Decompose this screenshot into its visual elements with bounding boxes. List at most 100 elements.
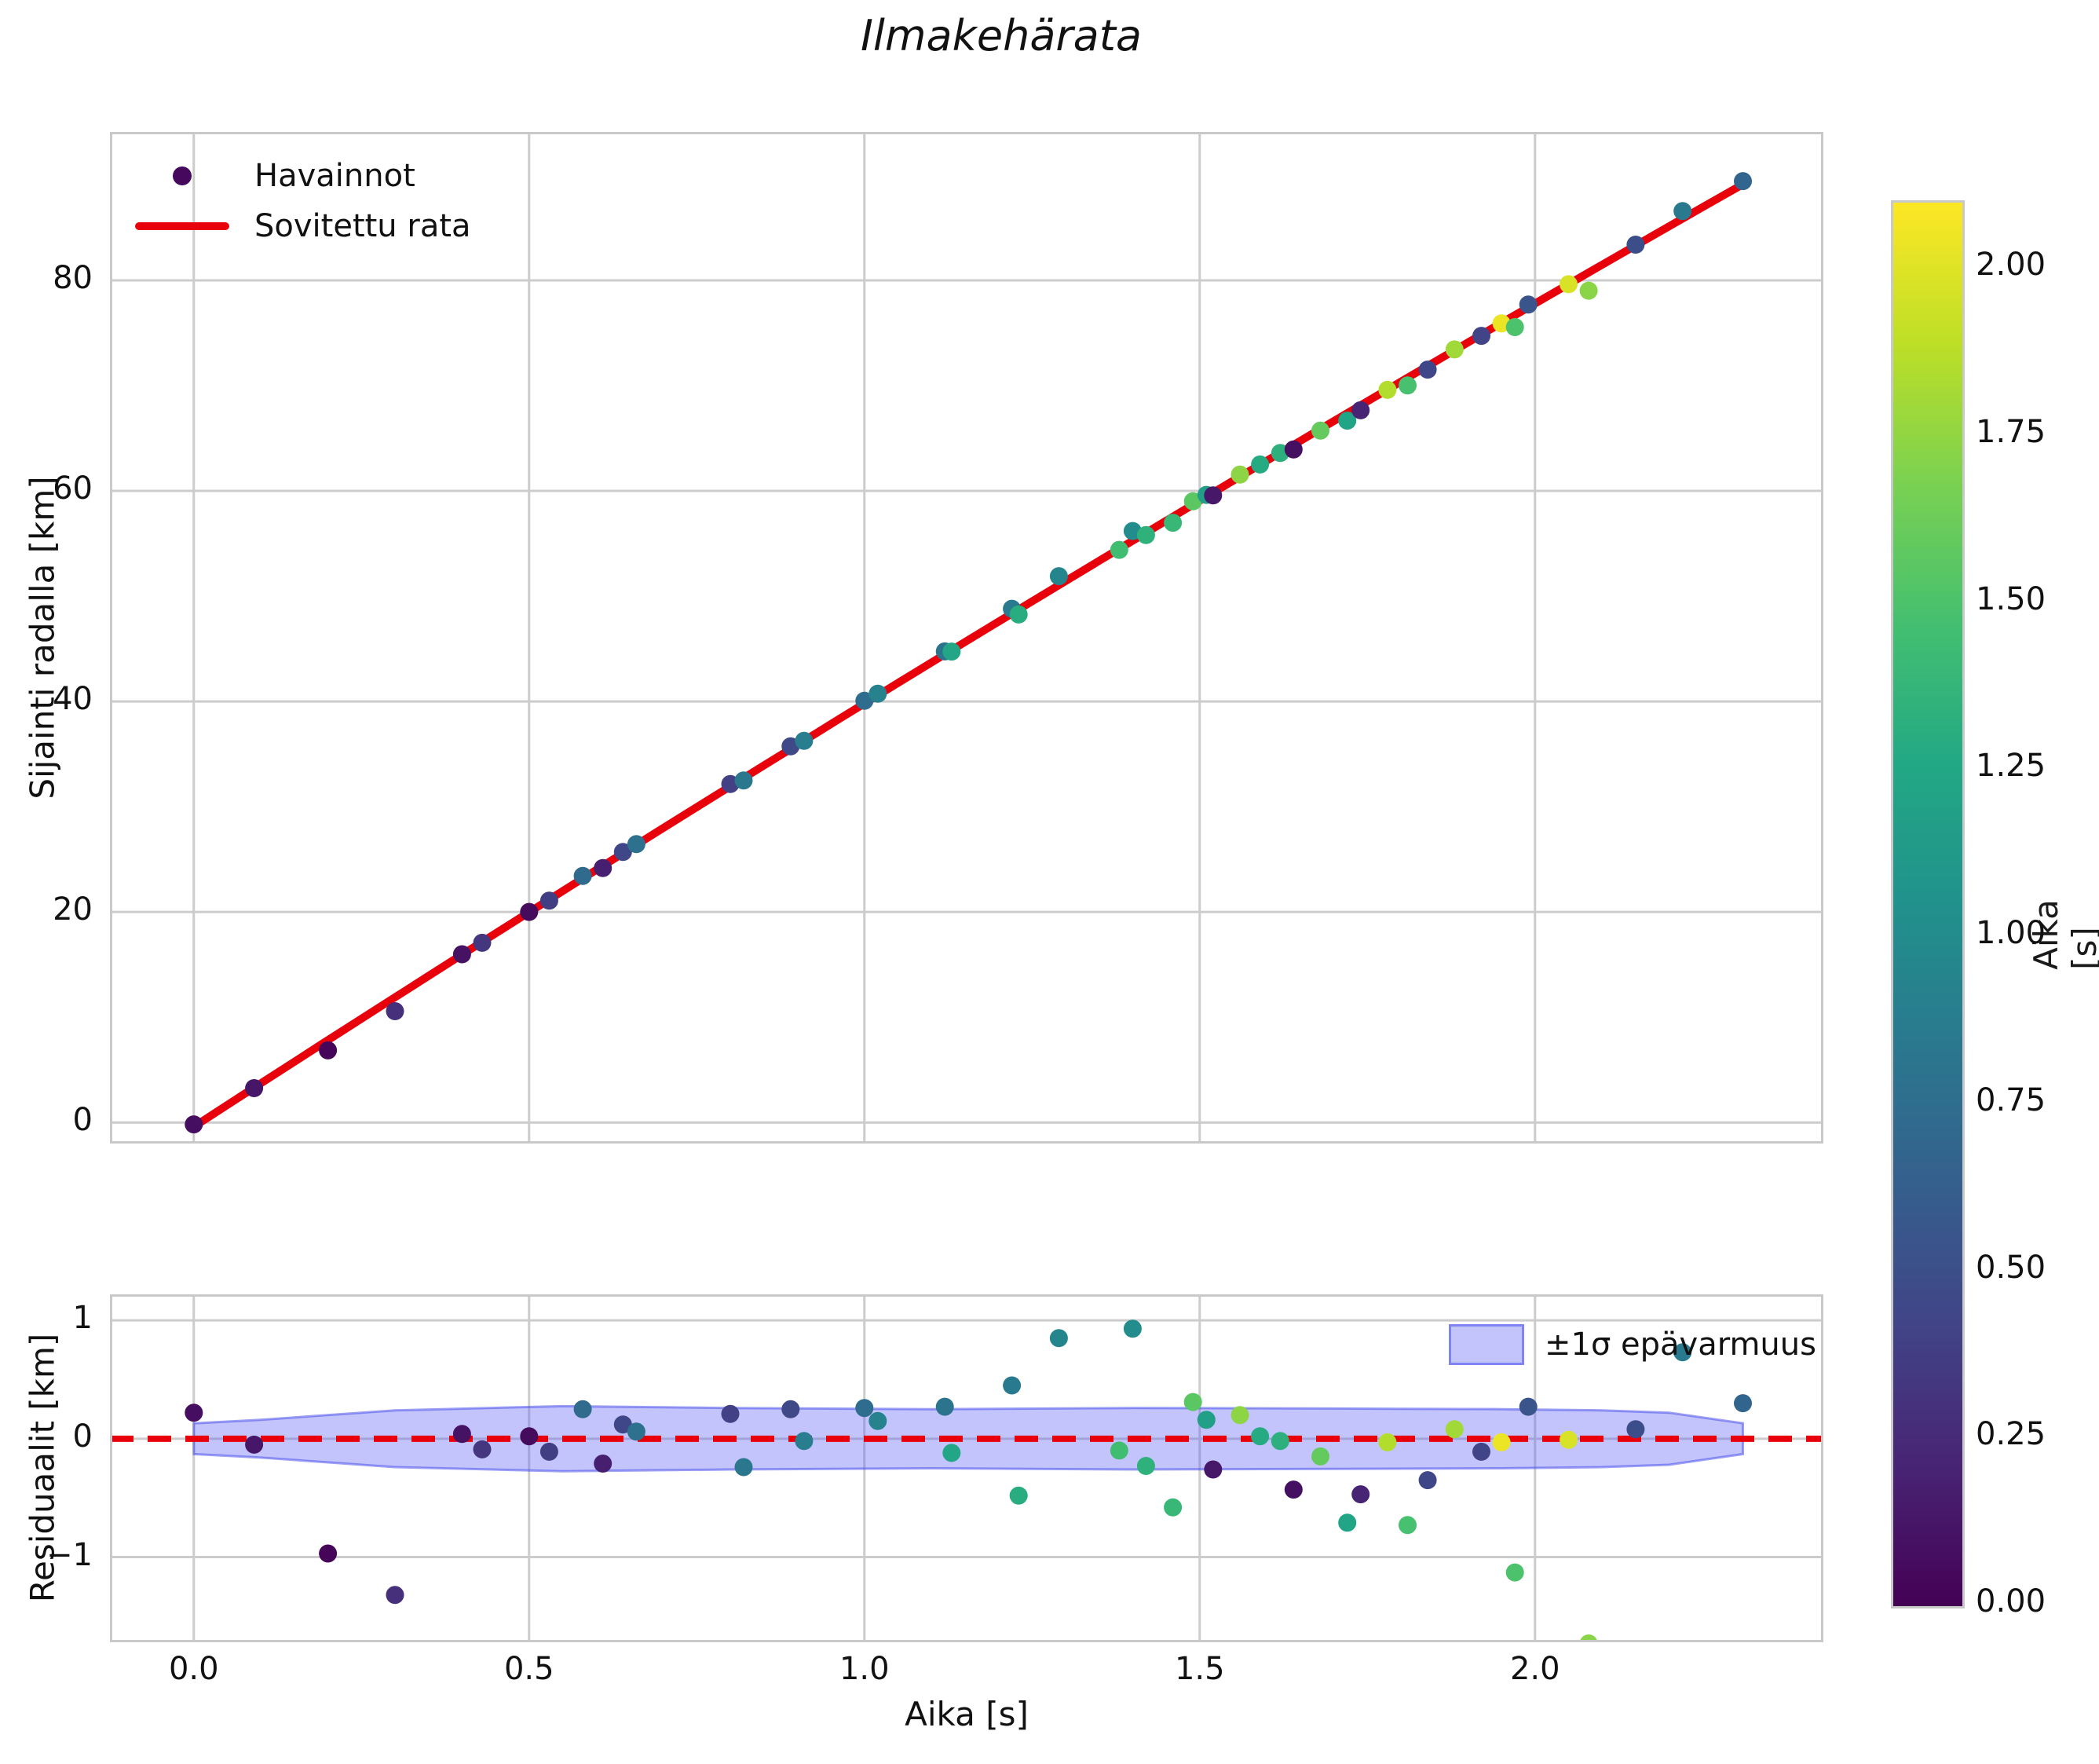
y-tick-label-top: 60 (53, 470, 93, 507)
residual-point (1123, 1319, 1142, 1338)
observation-point (1579, 281, 1598, 300)
x-tick-label: 0.5 (503, 1651, 554, 1687)
position-plot-canvas (110, 132, 1823, 1144)
colorbar-tick-label: 0.75 (1976, 1081, 2046, 1118)
legend-label-fit: Sovitettu rata (254, 208, 471, 244)
residual-point (1626, 1420, 1645, 1439)
observation-point (1164, 514, 1183, 532)
observation-point (1049, 567, 1068, 586)
observation-point (1251, 455, 1270, 474)
chart-title: Ilmakehärata (861, 11, 1142, 60)
residual-point (473, 1440, 492, 1458)
residual-point (1734, 1394, 1752, 1413)
colorbar-tick-label: 1.75 (1976, 413, 2046, 450)
observation-point (1311, 421, 1329, 440)
observation-point (1734, 172, 1752, 191)
residual-point (1009, 1486, 1028, 1505)
residual-point (1338, 1513, 1357, 1532)
residual-point (1418, 1471, 1437, 1490)
figure: Ilmakehärata Havainnot Sovitettu rata ±1… (0, 0, 2099, 1764)
scatter-marker-icon (173, 167, 192, 185)
residual-point (1204, 1460, 1223, 1479)
y-tick-label-bottom: 1 (72, 1300, 93, 1337)
residual-point (386, 1586, 404, 1605)
observation-point (1110, 540, 1128, 559)
colorbar-tick-label: 1.50 (1976, 580, 2046, 617)
residual-point (1003, 1376, 1022, 1395)
legend-item-fit: Sovitettu rata (132, 201, 471, 251)
observation-point (1231, 465, 1249, 484)
colorbar-tick-label: 2.00 (1976, 247, 2046, 284)
residual-point (1231, 1406, 1249, 1425)
observation-point (319, 1041, 338, 1059)
fit-line-icon (135, 222, 229, 230)
observation-point (1472, 327, 1490, 346)
residual-point (1284, 1480, 1303, 1499)
colorbar-tick-label: 0.00 (1976, 1583, 2046, 1619)
residual-point (1164, 1498, 1183, 1517)
observation-point (1378, 380, 1397, 399)
observation-point (795, 731, 814, 750)
observation-point (452, 945, 471, 964)
residual-point (573, 1400, 592, 1418)
observation-point (1399, 376, 1417, 395)
residual-point (627, 1422, 645, 1441)
x-tick-label: 0.0 (168, 1651, 219, 1687)
y-tick-label-top: 20 (53, 891, 93, 928)
residual-point (935, 1397, 954, 1416)
observation-point (1560, 275, 1578, 294)
residual-point (1183, 1393, 1202, 1411)
residual-point (1110, 1441, 1128, 1460)
residual-point (1197, 1411, 1216, 1429)
observation-point (1626, 236, 1645, 254)
observation-point (1204, 486, 1223, 505)
residual-point (1049, 1329, 1068, 1348)
observation-point (1136, 525, 1155, 544)
observation-point (1445, 340, 1464, 359)
observation-point (1505, 318, 1524, 336)
observation-point (539, 891, 558, 910)
y-tick-label-top: 40 (53, 681, 93, 718)
legend-label-band: ±1σ epävarmuus (1545, 1327, 1816, 1363)
residual-point (855, 1399, 874, 1418)
residual-point (795, 1432, 814, 1451)
observation-point (185, 1115, 203, 1134)
residual-point (1311, 1447, 1329, 1466)
x-tick-label: 1.5 (1174, 1651, 1225, 1687)
y-tick-label-bottom: −1 (46, 1536, 93, 1573)
x-axis-label: Aika [s] (905, 1695, 1029, 1733)
observation-point (1284, 440, 1303, 459)
observation-point (868, 684, 887, 703)
residual-point (1378, 1433, 1397, 1451)
observation-point (1519, 295, 1538, 314)
x-tick-label: 1.0 (839, 1651, 890, 1687)
observation-point (573, 866, 592, 885)
residual-point (1271, 1432, 1289, 1451)
observation-point (734, 771, 753, 790)
legend-bottom: ±1σ epävarmuus (1449, 1324, 1816, 1365)
residual-point (1136, 1457, 1155, 1475)
observation-point (386, 1002, 404, 1020)
colorbar (1891, 200, 1965, 1608)
legend-item-observations: Havainnot (132, 151, 471, 201)
colorbar-tick-label: 1.25 (1976, 748, 2046, 785)
residual-point (520, 1427, 539, 1446)
observation-point (1009, 605, 1028, 624)
residual-point (594, 1455, 613, 1473)
residual-point (1492, 1433, 1511, 1451)
residual-point (319, 1544, 338, 1563)
y-tick-label-bottom: 0 (72, 1418, 93, 1455)
observation-point (473, 933, 492, 952)
residual-point (734, 1458, 753, 1477)
observation-point (245, 1079, 264, 1097)
y-tick-label-top: 80 (53, 259, 93, 296)
residual-point (539, 1442, 558, 1461)
residual-point (1560, 1430, 1578, 1449)
colorbar-tick-label: 1.00 (1976, 915, 2046, 952)
colorbar-tick-label: 0.25 (1976, 1416, 2046, 1453)
observation-point (942, 642, 961, 661)
residual-point (868, 1411, 887, 1430)
position-plot (110, 132, 1823, 1144)
legend-top: Havainnot Sovitettu rata (132, 151, 471, 251)
residual-point (1251, 1427, 1270, 1446)
